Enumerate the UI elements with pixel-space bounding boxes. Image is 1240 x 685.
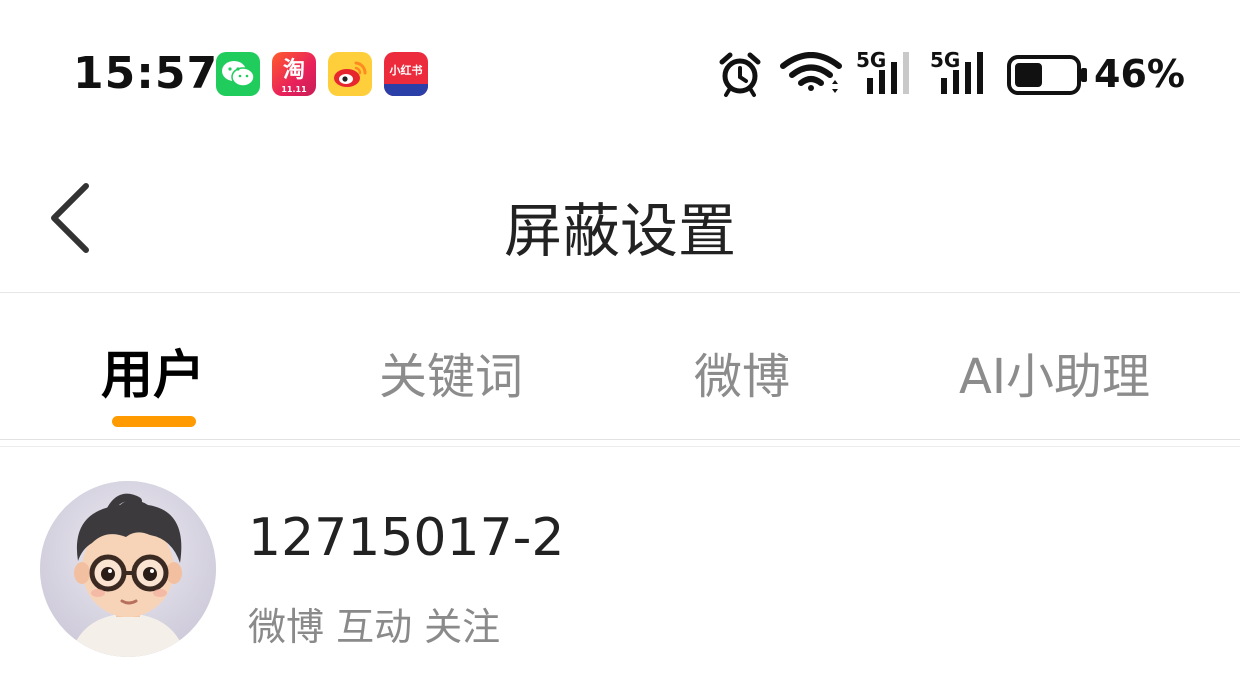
taobao-glyph: 淘 (282, 58, 305, 83)
xiaohongshu-icon: 小红书 (384, 52, 428, 96)
battery-percentage: 46% (1094, 52, 1185, 96)
wechat-icon (216, 52, 260, 96)
page-title: 屏蔽设置 (503, 197, 736, 265)
tab-ai-assistant[interactable]: AI小助理 (959, 337, 1150, 407)
signal-bars (867, 52, 909, 94)
tab-bar: 用户 关键词 微博 AI小助理 (0, 293, 1240, 440)
status-time: 15:57 (73, 48, 219, 99)
list-item[interactable]: 12715017-2 微博 互动 关注 (0, 448, 1240, 685)
tab-weibo[interactable]: 微博 (694, 337, 790, 407)
taobao-icon: 淘 11.11 (272, 52, 316, 96)
user-name: 12715017-2 (248, 508, 565, 568)
signal-5g-icon: 5G (856, 48, 916, 98)
alarm-icon (719, 52, 761, 97)
tab-users[interactable]: 用户 (101, 333, 205, 408)
status-bar: 15:57 淘 11.11 小红书 5G 5G 46% (0, 0, 1240, 150)
weibo-icon (328, 52, 372, 96)
signal-bars (941, 52, 983, 94)
taobao-sub: 11.11 (281, 85, 307, 94)
blocking-settings-screen: 15:57 淘 11.11 小红书 5G 5G 46% 屏蔽设置 用户 关键词 … (0, 0, 1240, 685)
battery-fill (1015, 63, 1042, 87)
wifi-icon (780, 52, 842, 93)
tab-keywords[interactable]: 关键词 (379, 337, 523, 407)
nav-bar: 屏蔽设置 (0, 150, 1240, 293)
xiaohongshu-band (384, 84, 428, 96)
battery-icon (1007, 55, 1087, 95)
divider (0, 446, 1240, 447)
signal-5g-icon: 5G (930, 48, 990, 98)
block-scope: 微博 互动 关注 (248, 605, 501, 649)
xiaohongshu-glyph: 小红书 (389, 63, 423, 77)
active-tab-indicator (112, 416, 196, 427)
avatar[interactable] (40, 481, 216, 657)
